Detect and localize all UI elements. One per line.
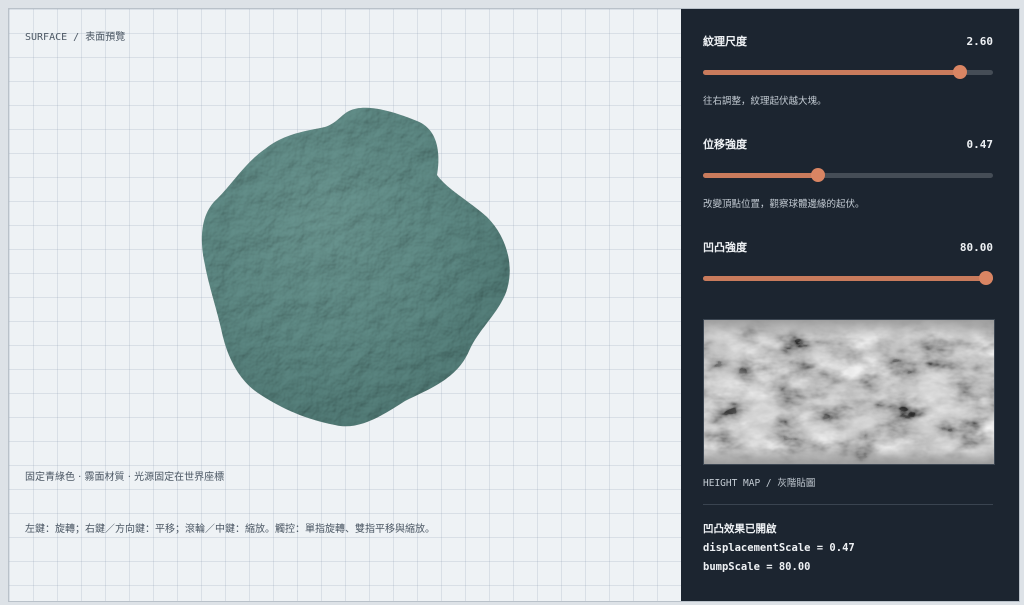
displacement-value: 0.47 [966, 137, 994, 151]
bump-control: 凹凸強度 80.00 [703, 239, 993, 285]
settings-panel: 紋理尺度 2.60 往右調整，紋理起伏越大塊。 位移強度 0.47 改變頂點位置… [681, 9, 1019, 601]
rock-shading [201, 107, 510, 427]
bump-label: 凹凸強度 [703, 241, 747, 254]
panel-divider [703, 504, 993, 505]
slider-thumb[interactable] [810, 168, 825, 182]
slider-thumb[interactable] [952, 65, 967, 79]
app-frame: SURFACE / 表面預覽 固定青綠色 · 霧面材質 · 光源固定在世界座標 … [8, 8, 1020, 602]
height-map-image [704, 320, 994, 464]
height-map-preview [703, 319, 995, 465]
slider-fill [703, 276, 993, 281]
displacement-control: 位移強度 0.47 改變頂點位置，觀察球體邊緣的起伏。 [703, 136, 993, 210]
texture-scale-slider[interactable] [703, 65, 993, 79]
controls-help-text: 左鍵：旋轉；右鍵／方向鍵：平移；滾輪／中鍵：縮放。觸控：單指旋轉、雙指平移與縮放… [25, 524, 435, 535]
bump-slider[interactable] [703, 271, 993, 285]
displacement-label: 位移強度 [703, 138, 747, 151]
viewport-title: SURFACE / 表面預覽 [25, 32, 126, 43]
slider-thumb[interactable] [979, 271, 993, 285]
slider-fill [703, 70, 960, 75]
displacement-readout: displacementScale = 0.47 [703, 542, 855, 554]
displacement-slider[interactable] [703, 168, 993, 182]
bump-value: 80.00 [959, 240, 993, 254]
surface-viewport[interactable]: SURFACE / 表面預覽 固定青綠色 · 霧面材質 · 光源固定在世界座標 … [9, 9, 681, 601]
rock-mesh[interactable] [179, 89, 519, 429]
texture-scale-label: 紋理尺度 [703, 35, 747, 48]
bump-readout: bumpScale = 80.00 [703, 561, 811, 573]
slider-fill [703, 173, 818, 178]
material-caption: 固定青綠色 · 霧面材質 · 光源固定在世界座標 [25, 472, 225, 483]
texture-scale-control: 紋理尺度 2.60 往右調整，紋理起伏越大塊。 [703, 33, 993, 107]
displacement-hint: 改變頂點位置，觀察球體邊緣的起伏。 [703, 199, 865, 210]
height-map-caption: HEIGHT MAP / 灰階貼圖 [703, 478, 816, 489]
bump-status-title: 凹凸效果已開啟 [703, 523, 777, 535]
texture-scale-hint: 往右調整，紋理起伏越大塊。 [703, 96, 827, 107]
texture-scale-value: 2.60 [966, 34, 994, 48]
